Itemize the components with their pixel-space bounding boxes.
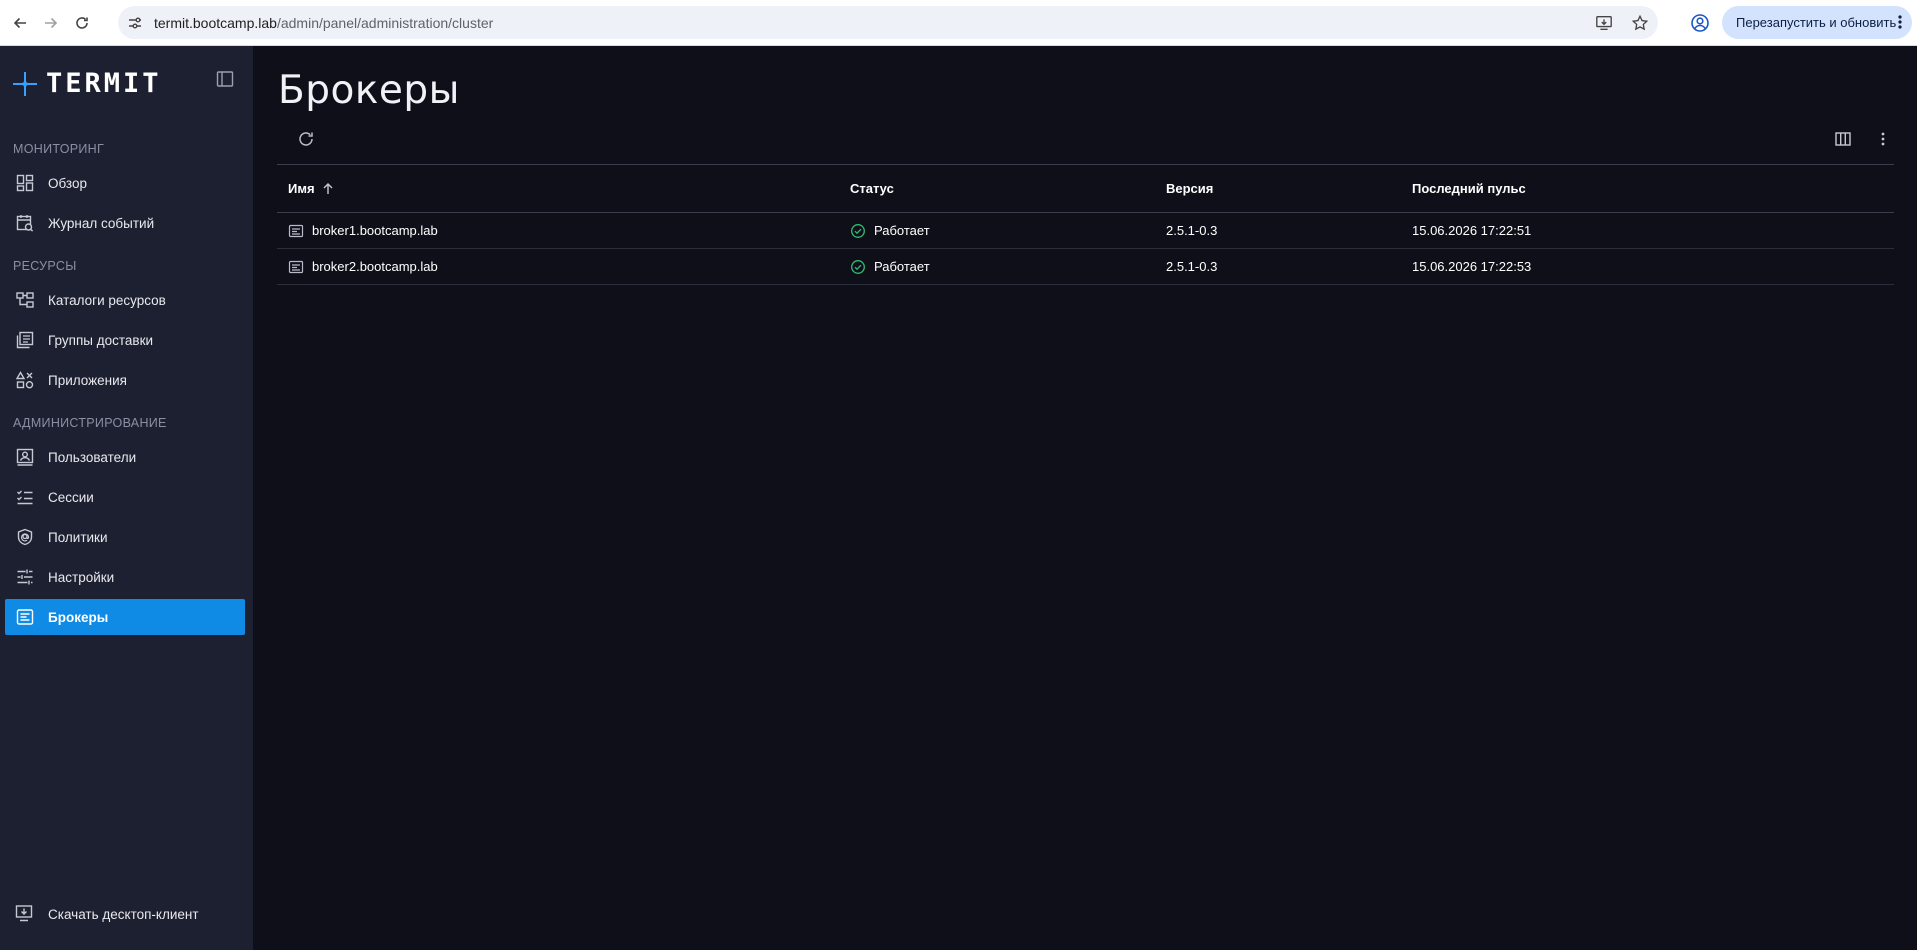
catalog-icon: [14, 289, 36, 311]
section-title-monitoring: МОНИТОРИНГ: [13, 142, 105, 156]
sidebar: TERMIT МОНИТОРИНГ Обзор Журнал событий Р…: [0, 46, 253, 950]
reload-icon[interactable]: [71, 12, 93, 34]
download-label: Скачать десктоп-клиент: [48, 906, 199, 922]
event-log-icon: [14, 212, 36, 234]
column-header-status[interactable]: Статус: [850, 181, 1166, 196]
column-header-name[interactable]: Имя: [277, 181, 850, 196]
version-text: 2.5.1-0.3: [1166, 223, 1218, 238]
more-vert-icon: [1898, 14, 1902, 33]
sidebar-item-label: Политики: [48, 529, 108, 545]
heartbeat-text: 15.06.2026 17:22:53: [1412, 259, 1532, 274]
status-text: Работает: [874, 223, 930, 238]
column-header-version[interactable]: Версия: [1166, 181, 1412, 196]
heartbeat-text: 15.06.2026 17:22:51: [1412, 223, 1532, 238]
forward-icon[interactable]: [40, 12, 62, 34]
logo-text: TERMIT: [46, 68, 162, 99]
users-icon: [14, 446, 36, 468]
sidebar-item-users[interactable]: Пользователи: [5, 439, 245, 475]
sort-ascending-icon: [323, 182, 333, 194]
column-header-heartbeat[interactable]: Последний пульс: [1412, 181, 1894, 196]
restart-update-button[interactable]: Перезапустить и обновить: [1722, 6, 1912, 39]
sidebar-item-sessions[interactable]: Сессии: [5, 479, 245, 515]
check-circle-icon: [851, 223, 865, 238]
broker-name[interactable]: broker2.bootcamp.lab: [312, 259, 438, 274]
sidebar-item-settings[interactable]: Настройки: [5, 559, 245, 595]
server-icon: [288, 224, 304, 237]
policies-icon: [14, 526, 36, 548]
logo-star-icon: [13, 71, 37, 96]
section-title-resources: РЕСУРСЫ: [13, 259, 77, 273]
sidebar-collapse-icon[interactable]: [215, 69, 235, 89]
browser-toolbar: termit.bootcamp.lab/admin/panel/administ…: [0, 0, 1917, 46]
sidebar-item-applications[interactable]: Приложения: [5, 362, 245, 398]
sessions-icon: [14, 486, 36, 508]
main-content: Брокеры Имя Статус Версия Последний пуль…: [253, 46, 1917, 950]
back-icon[interactable]: [9, 12, 31, 34]
brokers-table: Имя Статус Версия Последний пульс broker…: [277, 164, 1894, 285]
download-desktop-client[interactable]: Скачать десктоп-клиент: [5, 896, 245, 932]
dashboard-icon: [14, 172, 36, 194]
profile-icon[interactable]: [1689, 12, 1711, 34]
table-header: Имя Статус Версия Последний пульс: [277, 164, 1894, 213]
check-circle-icon: [851, 259, 865, 274]
settings-icon: [14, 566, 36, 588]
table-row[interactable]: broker1.bootcamp.lab Работает 2.5.1-0.3 …: [277, 213, 1894, 249]
sidebar-item-label: Обзор: [48, 175, 87, 191]
sidebar-item-label: Брокеры: [48, 609, 109, 625]
sidebar-item-label: Каталоги ресурсов: [48, 292, 166, 308]
server-icon: [288, 260, 304, 273]
broker-name[interactable]: broker1.bootcamp.lab: [312, 223, 438, 238]
bookmark-star-icon[interactable]: [1630, 13, 1650, 33]
site-info-icon[interactable]: [126, 14, 144, 32]
version-text: 2.5.1-0.3: [1166, 259, 1218, 274]
address-bar[interactable]: termit.bootcamp.lab/admin/panel/administ…: [118, 6, 1658, 39]
install-app-icon[interactable]: [1594, 13, 1614, 33]
sidebar-item-label: Журнал событий: [48, 215, 155, 231]
sidebar-item-brokers[interactable]: Брокеры: [5, 599, 245, 635]
download-monitor-icon: [14, 903, 36, 925]
more-vert-icon[interactable]: [1873, 129, 1895, 151]
sidebar-item-policies[interactable]: Политики: [5, 519, 245, 555]
apps-icon: [14, 369, 36, 391]
table-row[interactable]: broker2.bootcamp.lab Работает 2.5.1-0.3 …: [277, 249, 1894, 285]
sidebar-item-event-log[interactable]: Журнал событий: [5, 205, 245, 241]
page-title: Брокеры: [278, 68, 460, 113]
sidebar-item-overview[interactable]: Обзор: [5, 165, 245, 201]
sidebar-item-catalogs[interactable]: Каталоги ресурсов: [5, 282, 245, 318]
sidebar-item-label: Сессии: [48, 489, 94, 505]
delivery-groups-icon: [14, 329, 36, 351]
brokers-icon: [14, 606, 36, 628]
sidebar-item-label: Пользователи: [48, 449, 137, 465]
refresh-icon[interactable]: [296, 129, 318, 151]
section-title-administration: АДМИНИСТРИРОВАНИЕ: [13, 416, 167, 430]
sidebar-item-label: Приложения: [48, 372, 127, 388]
sidebar-item-label: Настройки: [48, 569, 115, 585]
sidebar-item-delivery-groups[interactable]: Группы доставки: [5, 322, 245, 358]
sidebar-item-label: Группы доставки: [48, 332, 154, 348]
logo[interactable]: TERMIT: [12, 68, 162, 99]
columns-icon[interactable]: [1833, 129, 1855, 151]
url-text: termit.bootcamp.lab/admin/panel/administ…: [154, 14, 494, 31]
status-text: Работает: [874, 259, 930, 274]
